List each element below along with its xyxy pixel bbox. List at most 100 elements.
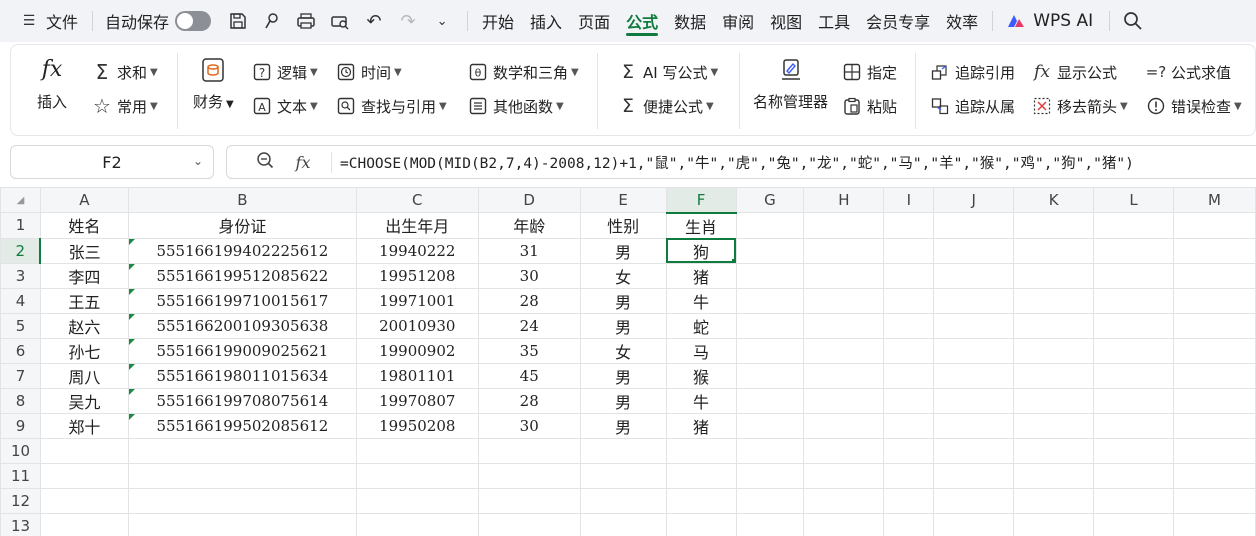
empty-cell[interactable] xyxy=(1013,387,1095,414)
quick-formula-button[interactable]: Σ 便捷公式 ▼ xyxy=(617,95,714,117)
column-header-l[interactable]: L xyxy=(1093,187,1174,213)
empty-cell[interactable] xyxy=(1172,312,1256,339)
data-cell[interactable]: 28 xyxy=(477,387,581,414)
empty-cell[interactable] xyxy=(127,512,357,536)
data-cell[interactable]: 19971001 xyxy=(355,287,479,314)
data-cell[interactable]: 猴 xyxy=(665,362,737,389)
empty-cell[interactable] xyxy=(1093,312,1174,339)
column-header-i[interactable]: I xyxy=(883,187,935,213)
print-preview-icon[interactable] xyxy=(329,10,351,32)
tab-insert[interactable]: 插入 xyxy=(522,0,570,42)
redo-icon[interactable]: ↷ xyxy=(397,10,419,32)
data-cell[interactable]: 马 xyxy=(665,337,737,364)
data-cell[interactable]: 男 xyxy=(579,237,667,264)
row-header[interactable]: 12 xyxy=(0,487,41,514)
column-header-m[interactable]: M xyxy=(1172,187,1256,213)
empty-cell[interactable] xyxy=(883,487,935,514)
data-cell[interactable]: 555166199512085622 xyxy=(127,262,357,289)
column-header-f[interactable]: F xyxy=(665,187,737,214)
wps-ai-button[interactable]: WPS AI xyxy=(1005,0,1093,42)
empty-cell[interactable] xyxy=(1172,462,1256,489)
column-header-k[interactable]: K xyxy=(1013,187,1095,213)
column-header-d[interactable]: D xyxy=(477,187,581,213)
name-box[interactable]: F2 ⌄ xyxy=(10,145,214,179)
row-header[interactable]: 2 xyxy=(0,237,42,264)
empty-cell[interactable] xyxy=(127,487,357,514)
empty-cell[interactable] xyxy=(735,212,805,239)
search-icon[interactable] xyxy=(1122,10,1144,32)
row-header[interactable]: 13 xyxy=(0,512,41,536)
empty-cell[interactable] xyxy=(579,437,667,464)
empty-cell[interactable] xyxy=(883,312,935,339)
data-cell[interactable]: 555166198011015634 xyxy=(127,362,357,389)
data-cell[interactable]: 猪 xyxy=(665,412,737,439)
data-cell[interactable]: 19940222 xyxy=(355,237,479,264)
empty-cell[interactable] xyxy=(665,512,737,536)
data-cell[interactable]: 孙七 xyxy=(39,337,129,364)
tab-efficiency[interactable]: 效率 xyxy=(938,0,986,42)
empty-cell[interactable] xyxy=(1013,337,1095,364)
empty-cell[interactable] xyxy=(1172,337,1256,364)
formula-input[interactable]: =CHOOSE(MOD(MID(B2,7,4)-2008,12)+1,"鼠","… xyxy=(331,151,1134,173)
row-header[interactable]: 11 xyxy=(0,462,41,489)
row-header[interactable]: 7 xyxy=(0,362,41,389)
empty-cell[interactable] xyxy=(1093,237,1174,264)
empty-cell[interactable] xyxy=(933,262,1015,289)
data-cell[interactable]: 555166199710015617 xyxy=(127,287,357,314)
data-cell[interactable]: 555166199708075614 xyxy=(127,387,357,414)
lookup-button[interactable]: 查找与引用 ▼ xyxy=(335,95,447,117)
column-header-e[interactable]: E xyxy=(579,187,667,213)
finance-button[interactable]: 财务 ▼ xyxy=(193,57,234,112)
header-cell[interactable]: 身份证 xyxy=(127,212,357,239)
empty-cell[interactable] xyxy=(1172,437,1256,464)
empty-cell[interactable] xyxy=(1093,437,1174,464)
trace-dependents-button[interactable]: 追踪从属 xyxy=(929,95,1015,117)
empty-cell[interactable] xyxy=(1172,512,1256,536)
empty-cell[interactable] xyxy=(477,437,581,464)
data-cell[interactable]: 19801101 xyxy=(355,362,479,389)
time-button[interactable]: 时间 ▼ xyxy=(335,61,402,83)
data-cell[interactable]: 45 xyxy=(477,362,581,389)
empty-cell[interactable] xyxy=(355,512,479,536)
empty-cell[interactable] xyxy=(933,237,1015,264)
data-cell[interactable]: 31 xyxy=(477,237,581,264)
undo-icon[interactable]: ↶ xyxy=(363,10,385,32)
column-header-h[interactable]: H xyxy=(803,187,885,213)
data-cell[interactable]: 牛 xyxy=(665,287,737,314)
empty-cell[interactable] xyxy=(355,437,479,464)
column-header-j[interactable]: J xyxy=(933,187,1015,213)
empty-cell[interactable] xyxy=(883,462,935,489)
empty-cell[interactable] xyxy=(933,512,1015,536)
empty-cell[interactable] xyxy=(477,462,581,489)
data-cell[interactable]: 555166199009025621 xyxy=(127,337,357,364)
trace-precedents-button[interactable]: 追踪引用 xyxy=(929,61,1015,83)
common-functions-button[interactable]: ☆ 常用 ▼ xyxy=(91,94,158,118)
data-cell[interactable]: 牛 xyxy=(665,387,737,414)
zoom-icon[interactable] xyxy=(251,151,279,173)
evaluate-formula-button[interactable]: =? 公式求值 xyxy=(1145,61,1231,83)
data-cell[interactable]: 吴九 xyxy=(39,387,129,414)
row-header[interactable]: 4 xyxy=(0,287,41,314)
tab-view[interactable]: 视图 xyxy=(762,0,810,42)
data-cell[interactable]: 周八 xyxy=(39,362,129,389)
paste-names-button[interactable]: 粘贴 xyxy=(841,95,897,117)
empty-cell[interactable] xyxy=(735,362,805,389)
empty-cell[interactable] xyxy=(477,487,581,514)
empty-cell[interactable] xyxy=(1013,412,1095,439)
row-header[interactable]: 10 xyxy=(0,437,41,464)
data-cell[interactable]: 28 xyxy=(477,287,581,314)
empty-cell[interactable] xyxy=(1172,262,1256,289)
sum-button[interactable]: Σ 求和 ▼ xyxy=(91,60,158,84)
empty-cell[interactable] xyxy=(39,487,129,514)
empty-cell[interactable] xyxy=(933,387,1015,414)
data-cell[interactable]: 男 xyxy=(579,362,667,389)
other-functions-button[interactable]: 其他函数 ▼ xyxy=(467,95,564,117)
empty-cell[interactable] xyxy=(1013,287,1095,314)
error-check-button[interactable]: 错误检查 ▼ xyxy=(1145,95,1242,117)
remove-arrows-button[interactable]: 移去箭头 ▼ xyxy=(1031,95,1128,117)
data-cell[interactable]: 20010930 xyxy=(355,312,479,339)
empty-cell[interactable] xyxy=(803,487,885,514)
empty-cell[interactable] xyxy=(933,412,1015,439)
empty-cell[interactable] xyxy=(1093,412,1174,439)
data-cell[interactable]: 蛇 xyxy=(665,312,737,339)
